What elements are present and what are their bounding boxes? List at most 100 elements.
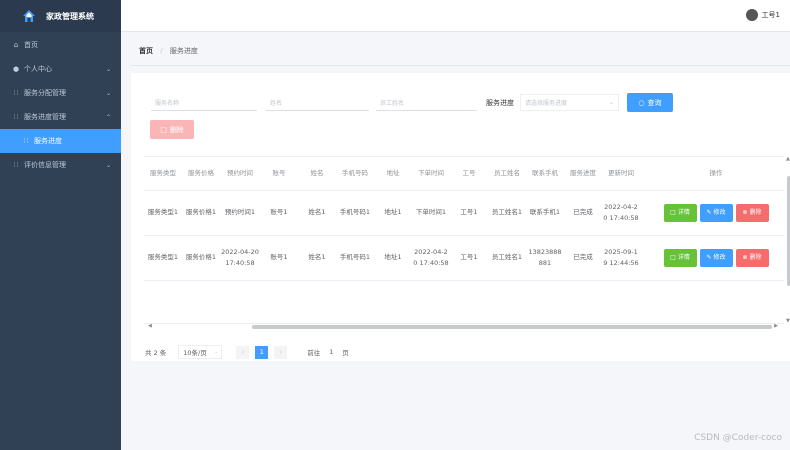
main-content: 首页 / 服务进度 服务名称 姓名 员工姓名 服务进度 请选择服务进度 ⌄ ○ … — [121, 32, 790, 450]
sidebar: 家政管理系统 ⌂ 首页 ● 个人中心 ⌄ ∷ 服务分配管理 ⌄ ∷ 服务进度管理… — [0, 0, 121, 450]
user-menu[interactable]: 工号1 — [745, 9, 780, 21]
table-cell: 姓名1 — [298, 190, 336, 236]
scroll-right-icon: ▶ — [774, 323, 778, 329]
goto-page-input[interactable]: 1 — [324, 346, 338, 359]
column-header: 地址 — [374, 157, 412, 191]
vertical-scrollbar[interactable]: ▲ ▼ — [786, 156, 790, 324]
edit-button[interactable]: ✎ 修改 — [699, 248, 733, 267]
delete-button[interactable]: ⊗ 删除 — [735, 203, 769, 222]
table-header-row: 服务类型 服务价格 预约时间 账号 姓名 手机号码 地址 下单时间 工号 员工姓… — [144, 157, 784, 191]
sidebar-item-review-management[interactable]: ∷ 评价信息管理 ⌄ — [0, 153, 121, 177]
batch-delete-label: 删除 — [169, 125, 184, 134]
table-cell: 手机号码1 — [336, 190, 374, 236]
table-cell: 2025-09-19 12:44:56 — [602, 235, 640, 281]
goto-label: 前往 — [307, 349, 321, 357]
pagination: 共 2 条 10条/页 ⌄ ‹ 1 › 前往 1 页 — [145, 345, 349, 359]
content-card: 服务名称 姓名 员工姓名 服务进度 请选择服务进度 ⌄ ○ 查询 □ 删除 服务… — [131, 73, 790, 361]
sidebar-item-label: 服务分配管理 — [24, 89, 66, 97]
avatar — [745, 9, 758, 21]
scroll-up-icon: ▲ — [786, 156, 790, 162]
column-header: 预约时间 — [220, 157, 260, 191]
document-icon: □ — [670, 254, 676, 261]
delete-button[interactable]: ⊗ 删除 — [735, 248, 769, 267]
app-title: 家政管理系统 — [46, 11, 94, 21]
table-cell: 员工姓名1 — [488, 190, 526, 236]
top-bar: 工号1 — [121, 0, 790, 32]
detail-label: 详情 — [677, 254, 690, 261]
sidebar-item-service-assignment[interactable]: ∷ 服务分配管理 ⌄ — [0, 81, 121, 105]
scrollbar-thumb[interactable] — [252, 325, 772, 329]
column-header: 服务类型 — [144, 157, 182, 191]
column-header: 更新时间 — [602, 157, 640, 191]
next-page-button[interactable]: › — [274, 345, 288, 359]
sidebar-item-personal-center[interactable]: ● 个人中心 ⌄ — [0, 57, 121, 81]
pencil-icon: ✎ — [706, 254, 712, 261]
query-button[interactable]: ○ 查询 — [627, 93, 673, 112]
column-header: 手机号码 — [336, 157, 374, 191]
column-header: 下单时间 — [412, 157, 450, 191]
close-circle-icon: ⊗ — [742, 254, 748, 261]
chevron-down-icon: ⌄ — [105, 89, 111, 97]
house-logo-icon — [23, 10, 35, 22]
table-cell: 工号1 — [450, 235, 488, 281]
scroll-left-icon: ◀ — [148, 323, 152, 329]
breadcrumb-home[interactable]: 首页 — [139, 47, 153, 55]
detail-button[interactable]: □ 详情 — [663, 248, 697, 267]
horizontal-scrollbar[interactable]: ◀ ▶ — [144, 323, 784, 330]
column-header: 操作 — [640, 157, 784, 191]
document-icon: □ — [670, 209, 676, 216]
prev-page-button[interactable]: ‹ — [236, 345, 250, 359]
total-count: 共 2 条 — [145, 349, 167, 357]
table-cell: 地址1 — [374, 190, 412, 236]
page-number[interactable]: 1 — [255, 345, 269, 359]
progress-select[interactable]: 请选择服务进度 ⌄ — [520, 94, 619, 111]
progress-label: 服务进度 — [486, 98, 514, 107]
scroll-down-icon: ▼ — [786, 318, 790, 324]
table-cell: 服务价格1 — [182, 235, 220, 281]
column-header: 联系手机 — [526, 157, 564, 191]
grid-icon: ∷ — [13, 161, 19, 169]
detail-button[interactable]: □ 详情 — [663, 203, 697, 222]
delete-label: 删除 — [749, 254, 762, 261]
sidebar-item-service-progress[interactable]: ∷ 服务进度 — [0, 129, 121, 153]
table-cell: 地址1 — [374, 235, 412, 281]
watermark: CSDN @Coder-coco — [694, 433, 782, 443]
edit-button[interactable]: ✎ 修改 — [699, 203, 733, 222]
page-size-select[interactable]: 10条/页 ⌄ — [178, 345, 223, 359]
detail-label: 详情 — [677, 209, 690, 216]
chevron-up-icon: ⌃ — [105, 113, 111, 121]
actions-cell: □ 详情 ✎ 修改 ⊗ 删除 — [640, 190, 784, 236]
column-header: 工号 — [450, 157, 488, 191]
search-bar: 服务名称 姓名 员工姓名 服务进度 请选择服务进度 ⌄ ○ 查询 — [151, 93, 673, 112]
chevron-down-icon: ⌄ — [105, 161, 111, 169]
grid-icon: ∷ — [13, 89, 19, 97]
edit-label: 修改 — [713, 254, 726, 261]
table-cell: 已完成 — [564, 190, 602, 236]
batch-delete-button[interactable]: □ 删除 — [150, 120, 194, 139]
table-cell: 服务价格1 — [182, 190, 220, 236]
table-row: 服务类型1 服务价格1 2022-04-20 17:40:58 账号1 姓名1 … — [144, 235, 784, 281]
breadcrumb-current: 服务进度 — [169, 47, 198, 55]
data-table: 服务类型 服务价格 预约时间 账号 姓名 手机号码 地址 下单时间 工号 员工姓… — [144, 156, 784, 324]
table-cell: 员工姓名1 — [488, 235, 526, 281]
table-cell: 服务类型1 — [144, 235, 182, 281]
column-header: 姓名 — [298, 157, 336, 191]
sidebar-item-label: 评价信息管理 — [24, 161, 66, 169]
progress-select-placeholder: 请选择服务进度 — [525, 100, 568, 107]
chevron-down-icon: ⌄ — [214, 349, 219, 355]
pencil-icon: ✎ — [706, 209, 712, 216]
breadcrumb-separator: / — [160, 47, 163, 55]
service-name-input[interactable]: 服务名称 — [151, 94, 257, 111]
column-header: 服务价格 — [182, 157, 220, 191]
trash-icon: □ — [160, 125, 167, 134]
employee-name-input[interactable]: 员工姓名 — [376, 94, 477, 111]
column-header: 员工姓名 — [488, 157, 526, 191]
query-button-label: 查询 — [647, 98, 662, 107]
sidebar-item-service-progress-management[interactable]: ∷ 服务进度管理 ⌃ — [0, 105, 121, 129]
sidebar-item-home[interactable]: ⌂ 首页 — [0, 33, 121, 57]
name-input[interactable]: 姓名 — [266, 94, 369, 111]
sidebar-item-label: 服务进度管理 — [24, 113, 66, 121]
table-cell: 工号1 — [450, 190, 488, 236]
divider — [131, 65, 790, 66]
table-cell: 账号1 — [260, 235, 298, 281]
